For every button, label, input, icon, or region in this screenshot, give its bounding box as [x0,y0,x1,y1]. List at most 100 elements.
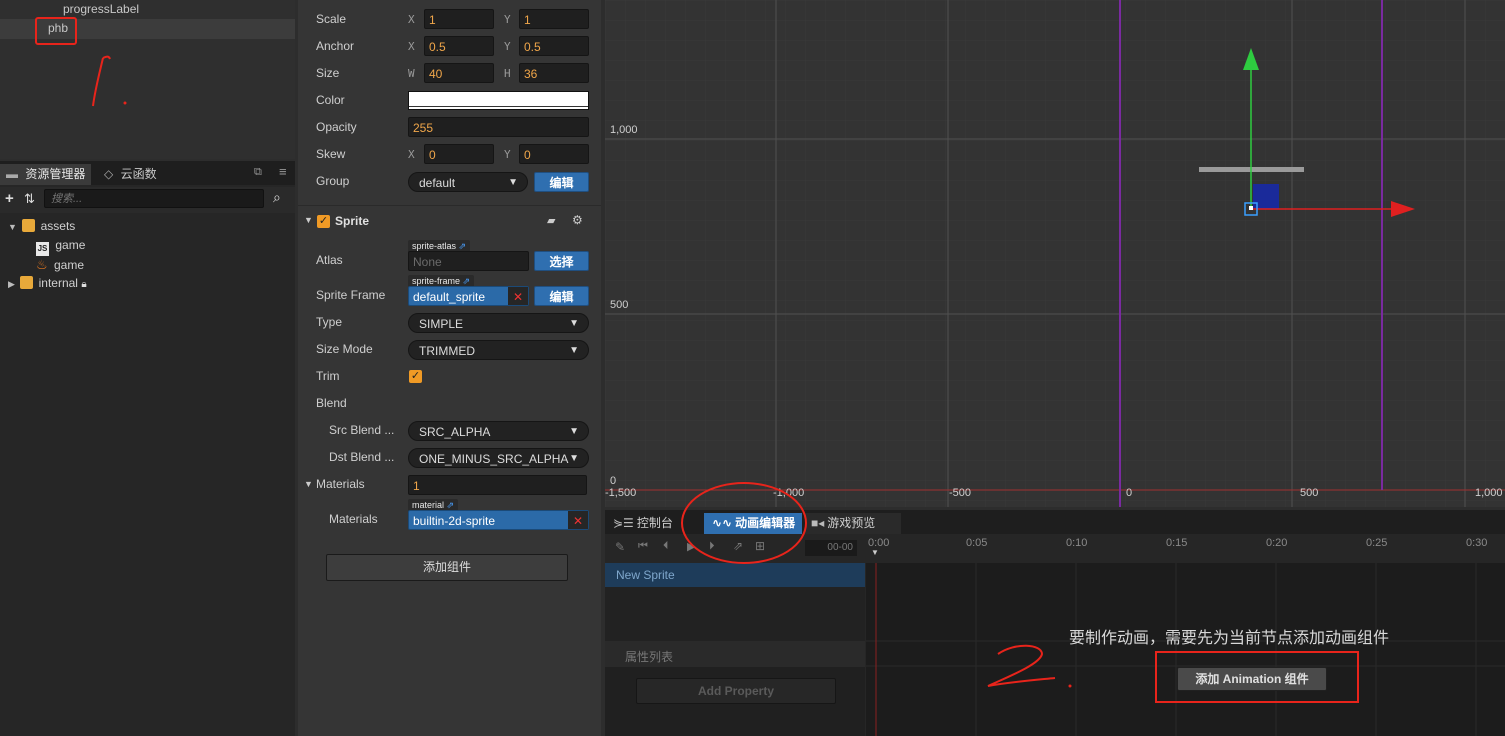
hierarchy-item-label: progressLabel [63,2,140,16]
trim-label: Trim [316,369,340,383]
external-link-icon[interactable]: ⇗ [447,500,455,510]
tab-assets[interactable]: ▬ 资源管理器 [0,164,92,185]
src-blend-value: SRC_ALPHA [419,425,491,439]
size-w-input[interactable]: 40 [424,63,494,83]
popout-icon[interactable]: ⧉ [254,166,262,179]
x-tick-label: -500 [949,487,972,499]
dst-blend-value: ONE_MINUS_SRC_ALPHA [419,452,569,466]
collapse-icon[interactable]: ▼ [304,215,313,225]
skew-x-input[interactable]: 0 [424,144,494,164]
y-axis-label: Y [504,13,511,26]
timeline-area[interactable] [866,563,1505,736]
time-input[interactable]: 00-00 [805,540,857,556]
sprite-frame-field[interactable]: default_sprite ✕ [408,286,529,306]
scale-y-input[interactable]: 1 [519,9,589,29]
scale-label: Scale [316,12,347,26]
add-component-button[interactable]: 添加组件 [326,554,568,581]
node-list-area [605,587,865,641]
anchor-x-input[interactable]: 0.5 [424,36,494,56]
src-blend-select[interactable]: SRC_ALPHA ▼ [408,421,589,441]
playhead-marker-icon[interactable]: ▼ [871,548,879,557]
x-tick-label: 500 [1300,487,1319,499]
search-icon[interactable]: ⌕ [273,189,281,206]
y-axis-label: Y [504,148,511,161]
tab-game-preview-label[interactable]: ■◂ 游戏预览 [811,513,875,534]
tree-item-internal[interactable]: ▶ internal 🔒︎ [8,274,87,293]
alpha-bar [409,106,588,107]
menu-icon[interactable]: ≡ [279,164,287,179]
lock-icon: 🔒︎ [81,279,87,290]
sprite-frame-value: default_sprite [413,290,486,304]
caret-down-icon: ▼ [569,426,579,437]
external-link-icon[interactable]: ⇗ [463,276,471,286]
move-gizmo[interactable] [1195,40,1425,230]
collapse-icon[interactable]: ▼ [304,479,313,489]
material-field[interactable]: builtin-2d-sprite ✕ [408,510,589,530]
edit-icon[interactable]: ✎ [615,540,625,554]
help-book-icon[interactable]: ▰ [547,214,555,227]
jump-first-icon[interactable]: ⏮ [638,540,648,553]
scale-x-input[interactable]: 1 [424,9,494,29]
blend-label: Blend [316,396,347,410]
sort-icon[interactable]: ⇅ [24,191,35,207]
db-icon [22,219,36,232]
gear-icon[interactable]: ⚙ [572,213,583,227]
opacity-label: Opacity [316,120,357,134]
tree-item-game-scene[interactable]: ♨ game [36,255,84,274]
size-mode-select[interactable]: TRIMMED ▼ [408,340,589,360]
type-label: Type [316,315,343,329]
prev-frame-icon[interactable]: ⏴ [663,540,669,553]
search-input[interactable] [44,189,264,208]
group-select[interactable]: default ▼ [408,172,528,192]
fire-icon: ♨ [36,257,48,272]
tab-label: 资源管理器 [25,167,86,181]
x-axis-label: X [408,148,415,161]
type-select[interactable]: SIMPLE ▼ [408,313,589,333]
camera-icon: ■◂ [811,516,825,530]
external-link-icon[interactable]: ⇗ [459,241,467,251]
anchor-y-input[interactable]: 0.5 [519,36,589,56]
sprite-frame-edit-button[interactable]: 编辑 [534,286,589,306]
tab-label: 游戏预览 [827,516,876,530]
db-icon [20,276,34,289]
x-arrow-icon [1391,201,1415,217]
x-tick-label: -1,500 [605,487,637,499]
timeline-ruler[interactable]: 0:00 0:05 0:10 0:15 0:20 0:25 0:30 ▼ [866,535,1505,562]
add-property-button[interactable]: Add Property [636,678,836,704]
tree-item-game-js[interactable]: JS game [36,236,85,256]
sprite-enabled-checkbox[interactable]: ✓ [317,215,330,228]
scene-view[interactable]: 1,000 500 0 -1,500 -1,000 -500 0 500 1,0… [605,0,1505,507]
size-h-input[interactable]: 36 [519,63,589,83]
assets-tabbar: ▬ 资源管理器 ◇ 云函数 ⧉ ≡ [0,161,295,185]
clear-x-icon[interactable]: ✕ [568,511,588,529]
tag-text: sprite-frame [412,276,461,286]
dst-blend-select[interactable]: ONE_MINUS_SRC_ALPHA ▼ [408,448,589,468]
group-edit-button[interactable]: 编辑 [534,172,589,192]
materials-count-input[interactable]: 1 [408,475,587,495]
time-tick: 0:05 [966,537,988,549]
skew-label: Skew [316,147,346,161]
caret-down-icon: ▼ [508,177,518,188]
src-blend-label: Src Blend ... [329,423,395,437]
tree-item-label: assets [40,219,76,233]
hierarchy-panel: progressLabel phb [0,0,295,159]
cloud-icon: ◇ [104,167,114,181]
skew-y-input[interactable]: 0 [519,144,589,164]
annotation-one [92,55,127,107]
highlight-box [35,17,77,45]
opacity-input[interactable]: 255 [408,117,589,137]
trim-checkbox[interactable]: ✓ [409,370,422,383]
node-row-new-sprite[interactable]: New Sprite [605,563,865,587]
size-mode-value: TRIMMED [419,344,475,358]
inspector-panel: Scale X 1 Y 1 Anchor X 0.5 Y 0.5 Size W … [298,0,601,736]
tab-console[interactable]: ⋟☰ 控制台 [613,513,673,534]
atlas-select-button[interactable]: 选择 [534,251,589,271]
atlas-label: Atlas [316,253,343,267]
caret-down-icon: ▼ [569,453,579,464]
color-swatch[interactable] [408,91,589,110]
clear-x-icon[interactable]: ✕ [508,287,528,305]
tab-cloud-functions[interactable]: ◇ 云函数 [98,164,163,185]
plus-icon[interactable]: + [5,190,14,207]
tree-item-assets[interactable]: ▼ assets [8,217,75,236]
atlas-field[interactable]: None [408,251,529,271]
